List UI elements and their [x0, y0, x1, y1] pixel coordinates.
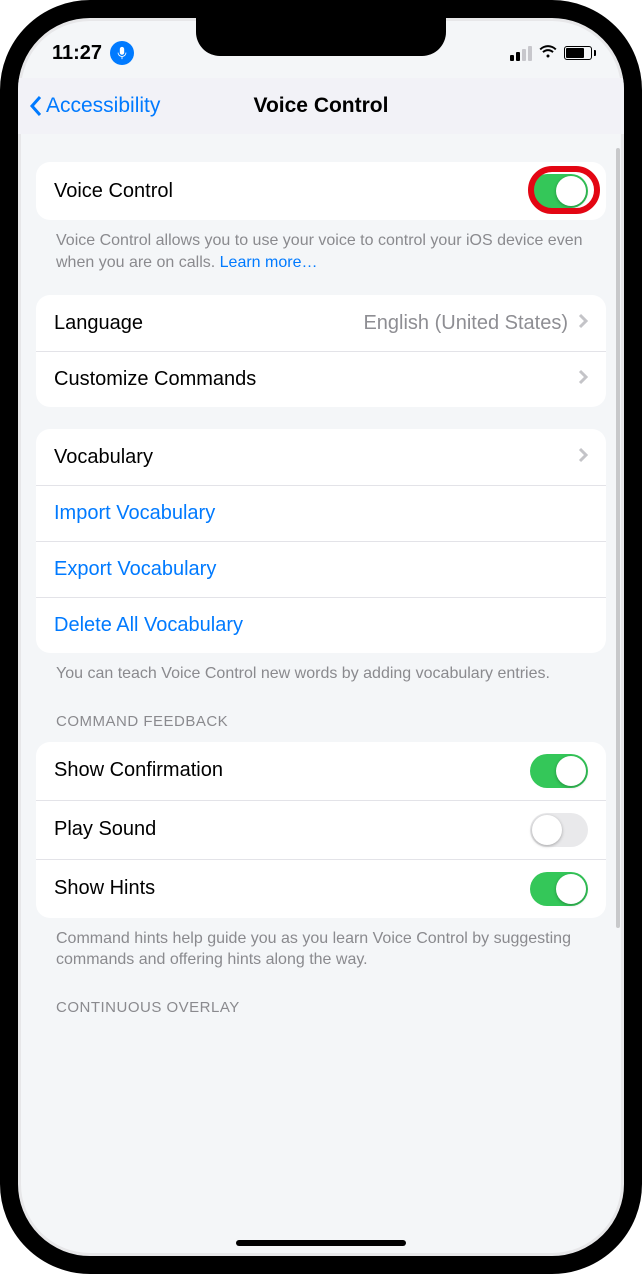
learn-more-link[interactable]: Learn more…: [220, 254, 318, 271]
show-hints-toggle[interactable]: [530, 872, 588, 906]
delete-vocabulary-row[interactable]: Delete All Vocabulary: [36, 597, 606, 653]
customize-commands-label: Customize Commands: [54, 368, 256, 391]
play-sound-toggle[interactable]: [530, 813, 588, 847]
scrollbar[interactable]: [616, 148, 620, 928]
chevron-right-icon: [578, 312, 588, 335]
vocabulary-group: Vocabulary Import Vocabulary Export Voca…: [36, 429, 606, 653]
import-vocabulary-row[interactable]: Import Vocabulary: [36, 485, 606, 541]
iphone-frame: 11:27 Accessibility Voice Control: [0, 0, 642, 1274]
command-feedback-header: COMMAND FEEDBACK: [36, 685, 606, 738]
status-time: 11:27: [52, 42, 102, 65]
show-confirmation-label: Show Confirmation: [54, 759, 223, 782]
command-feedback-footer: Command hints help guide you as you lear…: [36, 918, 606, 971]
wifi-icon: [538, 43, 558, 64]
export-vocabulary-row[interactable]: Export Vocabulary: [36, 541, 606, 597]
show-confirmation-row[interactable]: Show Confirmation: [36, 742, 606, 800]
export-vocabulary-label: Export Vocabulary: [54, 558, 216, 581]
chevron-right-icon: [578, 446, 588, 469]
page-title: Voice Control: [254, 94, 389, 118]
vocabulary-label: Vocabulary: [54, 446, 153, 469]
language-value: English (United States): [363, 312, 568, 335]
voice-control-group: Voice Control: [36, 162, 606, 220]
chevron-right-icon: [578, 368, 588, 391]
show-confirmation-toggle[interactable]: [530, 754, 588, 788]
vocabulary-footer: You can teach Voice Control new words by…: [36, 653, 606, 685]
import-vocabulary-label: Import Vocabulary: [54, 502, 215, 525]
show-hints-row[interactable]: Show Hints: [36, 859, 606, 918]
voice-control-footer: Voice Control allows you to use your voi…: [36, 220, 606, 273]
customize-commands-row[interactable]: Customize Commands: [36, 351, 606, 407]
continuous-overlay-header: CONTINUOUS OVERLAY: [36, 971, 606, 1024]
settings-scrollview[interactable]: Voice Control Voice Control allows you t…: [18, 134, 624, 1256]
back-button[interactable]: Accessibility: [28, 94, 160, 118]
microphone-active-icon: [110, 41, 134, 65]
home-indicator[interactable]: [236, 1240, 406, 1246]
notch: [196, 16, 446, 56]
language-row[interactable]: Language English (United States): [36, 295, 606, 351]
nav-bar: Accessibility Voice Control: [18, 78, 624, 134]
show-hints-label: Show Hints: [54, 877, 155, 900]
play-sound-label: Play Sound: [54, 818, 156, 841]
voice-control-row[interactable]: Voice Control: [36, 162, 606, 220]
cellular-signal-icon: [510, 46, 532, 61]
voice-control-toggle[interactable]: [530, 174, 588, 208]
language-group: Language English (United States) Customi…: [36, 295, 606, 407]
vocabulary-row[interactable]: Vocabulary: [36, 429, 606, 485]
battery-icon: [564, 46, 596, 60]
language-label: Language: [54, 312, 143, 335]
back-label: Accessibility: [46, 94, 160, 118]
play-sound-row[interactable]: Play Sound: [36, 800, 606, 859]
delete-vocabulary-label: Delete All Vocabulary: [54, 614, 243, 637]
command-feedback-group: Show Confirmation Play Sound Show Hints: [36, 742, 606, 918]
voice-control-label: Voice Control: [54, 180, 173, 203]
